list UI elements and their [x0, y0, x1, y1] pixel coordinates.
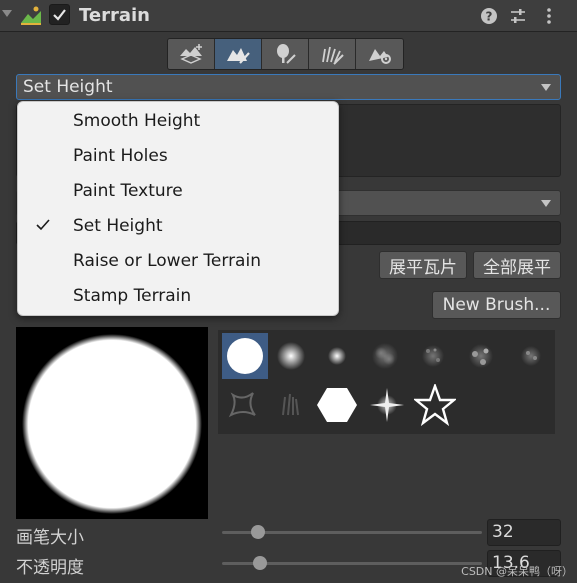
paint-details-icon: [322, 46, 344, 65]
menu-item-stamp-terrain[interactable]: Stamp Terrain: [18, 279, 340, 314]
paint-tool-dropdown-value: Set Height: [23, 77, 113, 97]
paint-tool-dropdown[interactable]: Set Height: [16, 74, 561, 100]
component-enabled-checkbox[interactable]: [49, 4, 70, 25]
paint-trees-button[interactable]: [262, 39, 309, 69]
svg-text:?: ?: [486, 10, 493, 24]
component-title: Terrain: [79, 5, 150, 26]
brush-selection-grid: [218, 330, 555, 434]
paint-tool-popup-menu: Smooth Height Paint Holes Paint Texture …: [17, 101, 339, 316]
terrain-settings-icon: [368, 49, 391, 64]
new-brush-button[interactable]: New Brush...: [432, 291, 561, 319]
menu-item-label: Paint Texture: [73, 181, 183, 201]
opacity-slider[interactable]: [222, 556, 482, 570]
brush-preview: [16, 327, 208, 519]
brush-cloud[interactable]: [362, 333, 408, 379]
paint-terrain-icon: [227, 48, 250, 64]
brush-star[interactable]: [412, 382, 458, 428]
brush-sparkle[interactable]: [364, 382, 410, 428]
create-neighbor-terrains-icon: [180, 44, 202, 64]
paint-details-button[interactable]: [309, 39, 356, 69]
terrain-tools-toolbar: [167, 38, 404, 70]
brush-grass[interactable]: [268, 382, 314, 428]
brush-size-slider-thumb[interactable]: [251, 525, 266, 539]
more-options-icon[interactable]: [540, 7, 558, 25]
watermark-text: CSDN @呆呆鸭（呀）: [461, 565, 573, 578]
preset-icon[interactable]: [509, 7, 527, 25]
brush-small-soft[interactable]: [314, 333, 360, 379]
dropdown-arrow-icon: [541, 200, 551, 207]
flatten-all-button[interactable]: 全部展平: [473, 251, 561, 279]
help-icon[interactable]: ?: [480, 7, 498, 25]
terrain-component-icon: [20, 5, 42, 27]
checkmark-icon: [36, 219, 50, 231]
brush-soft-circle[interactable]: [268, 333, 314, 379]
brush-hexagon[interactable]: [314, 382, 360, 428]
menu-item-paint-texture[interactable]: Paint Texture: [18, 174, 340, 209]
brush-size-slider[interactable]: [222, 525, 482, 539]
menu-item-smooth-height[interactable]: Smooth Height: [18, 104, 340, 139]
dropdown-arrow-icon: [541, 84, 551, 91]
paint-trees-icon: [277, 44, 296, 64]
brush-size-field[interactable]: 32: [487, 519, 561, 546]
terrain-settings-button[interactable]: [356, 39, 403, 69]
brush-rough[interactable]: [220, 382, 266, 428]
menu-item-raise-lower-terrain[interactable]: Raise or Lower Terrain: [18, 244, 340, 279]
foldout-arrow-icon[interactable]: [2, 10, 12, 17]
brush-hard-circle[interactable]: [222, 333, 268, 379]
inspector-header: Terrain ?: [0, 0, 577, 32]
brush-size-label: 画笔大小: [16, 528, 84, 548]
brush-splatter[interactable]: [458, 333, 504, 379]
brush-scatter[interactable]: [508, 333, 554, 379]
menu-item-label: Set Height: [73, 216, 163, 236]
paint-terrain-button[interactable]: [215, 39, 262, 69]
menu-item-paint-holes[interactable]: Paint Holes: [18, 139, 340, 174]
menu-item-label: Raise or Lower Terrain: [73, 251, 261, 271]
opacity-slider-thumb[interactable]: [252, 556, 267, 570]
menu-item-label: Paint Holes: [73, 146, 168, 166]
menu-item-label: Stamp Terrain: [73, 286, 192, 306]
opacity-label: 不透明度: [16, 558, 84, 578]
create-neighbor-terrains-button[interactable]: [168, 39, 215, 69]
menu-item-set-height[interactable]: Set Height: [18, 209, 340, 244]
flatten-tile-button[interactable]: 展平瓦片: [379, 251, 467, 279]
menu-item-label: Smooth Height: [73, 111, 201, 131]
brush-noise[interactable]: [410, 333, 456, 379]
